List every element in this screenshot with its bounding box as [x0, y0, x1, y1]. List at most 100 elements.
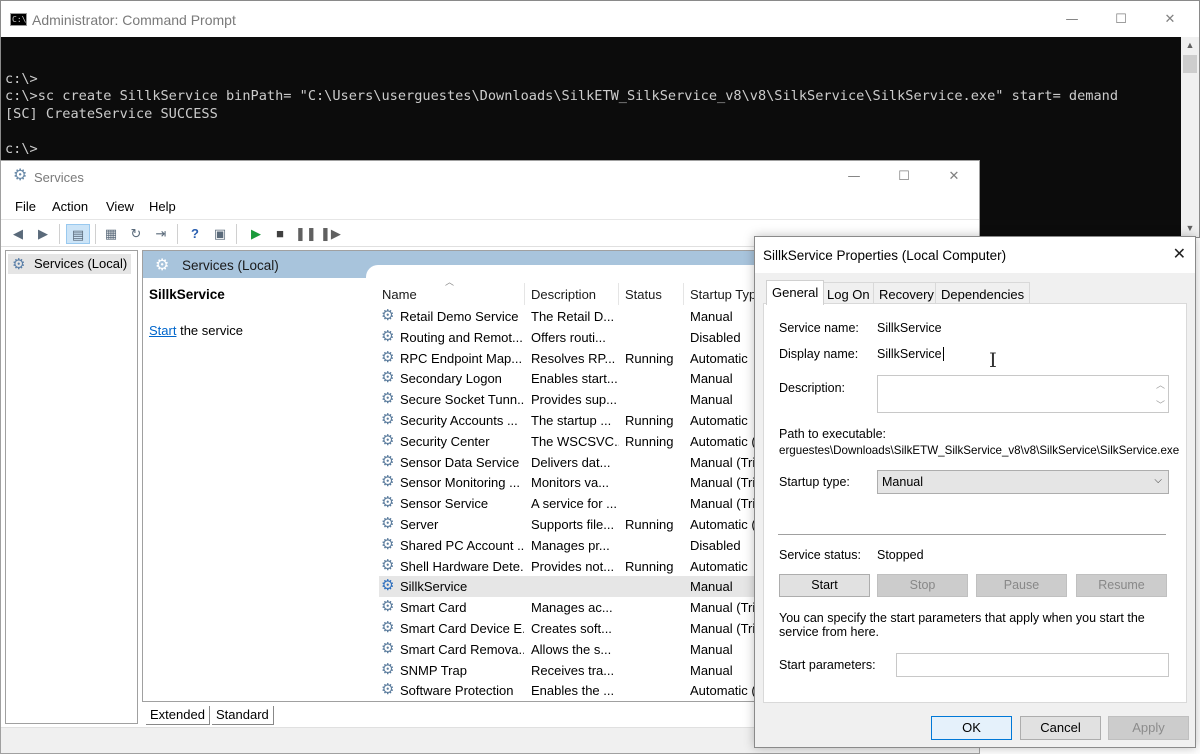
pause-button[interactable]: Pause [976, 574, 1067, 597]
service-startup-type-cell: Disabled [690, 537, 741, 553]
back-arrow-icon[interactable]: ◀ [8, 224, 28, 244]
scroll-up-icon[interactable]: ︿ [1156, 378, 1165, 391]
service-name-cell: Shared PC Account ... [400, 537, 524, 553]
dialog-tabs: General Log On Recovery Dependencies [763, 280, 1187, 305]
gear-icon: ⚙ [381, 535, 395, 553]
start-service-text: Start the service [149, 323, 243, 338]
service-startup-type-cell: Automatic ( [690, 433, 756, 449]
gear-icon: ⚙ [381, 556, 395, 574]
console-output[interactable]: c:\> c:\>sc create SillkService binPath= … [5, 53, 1175, 159]
play-icon[interactable]: ▶ [246, 224, 266, 244]
start-parameters-input[interactable] [896, 653, 1169, 677]
service-name-cell: Routing and Remot... [400, 329, 523, 345]
export-list-icon[interactable]: ⇥ [151, 224, 171, 244]
console-line: c:\>sc create SillkService binPath= "C:\… [5, 88, 1119, 105]
scroll-down-icon[interactable]: ▼ [1181, 220, 1199, 237]
tree-node-services-local[interactable]: ⚙ Services (Local) [8, 254, 132, 274]
close-button[interactable]: ✕ [931, 161, 977, 191]
cmd-window-title: Administrator: Command Prompt [32, 12, 236, 28]
cmd-titlebar[interactable]: C:\ Administrator: Command Prompt — ☐ ✕ [1, 1, 1199, 37]
sort-up-icon: ︿ [445, 277, 455, 287]
scroll-up-icon[interactable]: ▲ [1181, 37, 1199, 54]
maximize-button[interactable]: ☐ [1098, 4, 1144, 34]
apply-button[interactable]: Apply [1108, 716, 1189, 740]
forward-arrow-icon[interactable]: ▶ [33, 224, 53, 244]
service-name-cell: Server [400, 516, 439, 532]
refresh-icon[interactable]: ↻ [126, 224, 146, 244]
console-tree: ⚙ Services (Local) [5, 250, 138, 724]
dialog-titlebar[interactable]: SillkService Properties (Local Computer)… [755, 237, 1195, 273]
service-startup-type-cell: Manual (Trig [690, 600, 760, 616]
scroll-down-icon[interactable]: ﹀ [1156, 398, 1165, 411]
start-service-link[interactable]: Start [149, 323, 176, 338]
gear-icon: ⚙ [381, 390, 395, 408]
gear-icon: ⚙ [381, 514, 395, 532]
column-status[interactable]: Status [625, 287, 662, 302]
resume-button[interactable]: Resume [1076, 574, 1167, 597]
service-description-cell: Creates soft... [531, 620, 612, 636]
maximize-button[interactable]: ☐ [881, 161, 927, 191]
minimize-button[interactable]: — [1049, 4, 1095, 34]
close-icon[interactable]: ✕ [1173, 244, 1186, 263]
scroll-thumb[interactable] [1183, 55, 1197, 73]
start-button[interactable]: Start [779, 574, 870, 597]
console-view-icon[interactable]: ▣ [210, 224, 230, 244]
cancel-button[interactable]: Cancel [1020, 716, 1101, 740]
tab-log-on[interactable]: Log On [821, 282, 876, 304]
cmd-scrollbar[interactable]: ▲ ▼ [1181, 37, 1199, 237]
general-panel: Service name: SillkService Display name:… [763, 303, 1187, 703]
service-name-label: Service name: [779, 321, 859, 335]
show-tree-icon[interactable]: ▤ [66, 224, 90, 244]
close-button[interactable]: ✕ [1147, 4, 1193, 34]
service-description-cell: The WSCSVC... [531, 433, 619, 449]
services-titlebar[interactable]: ⚙ Services — ☐ ✕ [1, 161, 979, 193]
description-field[interactable]: ︿ ﹀ [877, 375, 1169, 413]
tab-recovery[interactable]: Recovery [873, 282, 940, 304]
service-description-cell: Enables start... [531, 371, 618, 387]
service-startup-type-cell: Manual (Trig [690, 475, 760, 491]
restart-icon[interactable]: ❚▶ [320, 224, 341, 244]
gear-icon: ⚙ [381, 410, 395, 428]
ok-button[interactable]: OK [931, 716, 1012, 740]
menu-file[interactable]: File [15, 199, 36, 214]
service-name-cell: Secondary Logon [400, 371, 502, 387]
pause-icon[interactable]: ❚❚ [295, 224, 317, 244]
console-line: c:\> [5, 70, 38, 87]
content-header-title: Services (Local) [182, 258, 279, 273]
tab-dependencies[interactable]: Dependencies [935, 282, 1031, 304]
gear-icon: ⚙ [155, 257, 170, 274]
menu-action[interactable]: Action [52, 199, 88, 214]
service-startup-type-cell: Manual (Trig [690, 454, 760, 470]
display-name-field[interactable]: SillkService [877, 347, 944, 361]
gear-icon: ⚙ [381, 473, 395, 491]
service-description-cell: A service for ... [531, 496, 617, 512]
service-startup-type-cell: Automatic [690, 350, 748, 366]
service-startup-type-cell: Manual [690, 309, 733, 324]
gear-icon: ⚙ [381, 307, 395, 324]
tab-standard[interactable]: Standard [212, 706, 274, 725]
minimize-button[interactable]: — [831, 161, 877, 191]
tab-general[interactable]: General [766, 280, 825, 305]
stop-button[interactable]: Stop [877, 574, 968, 597]
tab-extended[interactable]: Extended [146, 706, 210, 725]
stop-icon[interactable]: ■ [270, 224, 290, 244]
services-window-title: Services [34, 170, 84, 185]
gear-icon: ⚙ [381, 577, 395, 595]
service-description-cell: Resolves RP... [531, 350, 616, 366]
menu-view[interactable]: View [106, 199, 134, 214]
properties-icon[interactable]: ▦ [101, 224, 121, 244]
help-icon[interactable]: ? [185, 224, 205, 244]
selected-service-title: SillkService [149, 287, 225, 302]
startup-type-select[interactable]: Manual ⌵ [877, 470, 1169, 494]
column-startup-type[interactable]: Startup Typ [690, 287, 756, 302]
gear-icon: ⚙ [381, 618, 395, 636]
service-name-cell: Smart Card Device E... [400, 620, 524, 636]
startup-type-label: Startup type: [779, 475, 850, 489]
service-startup-type-cell: Automatic [690, 558, 748, 574]
column-description[interactable]: Description [531, 287, 596, 302]
menu-help[interactable]: Help [149, 199, 176, 214]
service-startup-type-cell: Automatic [690, 412, 748, 428]
service-properties-dialog[interactable]: SillkService Properties (Local Computer)… [754, 236, 1196, 748]
service-description-cell: The startup ... [531, 412, 612, 428]
column-name[interactable]: Name [382, 287, 417, 302]
